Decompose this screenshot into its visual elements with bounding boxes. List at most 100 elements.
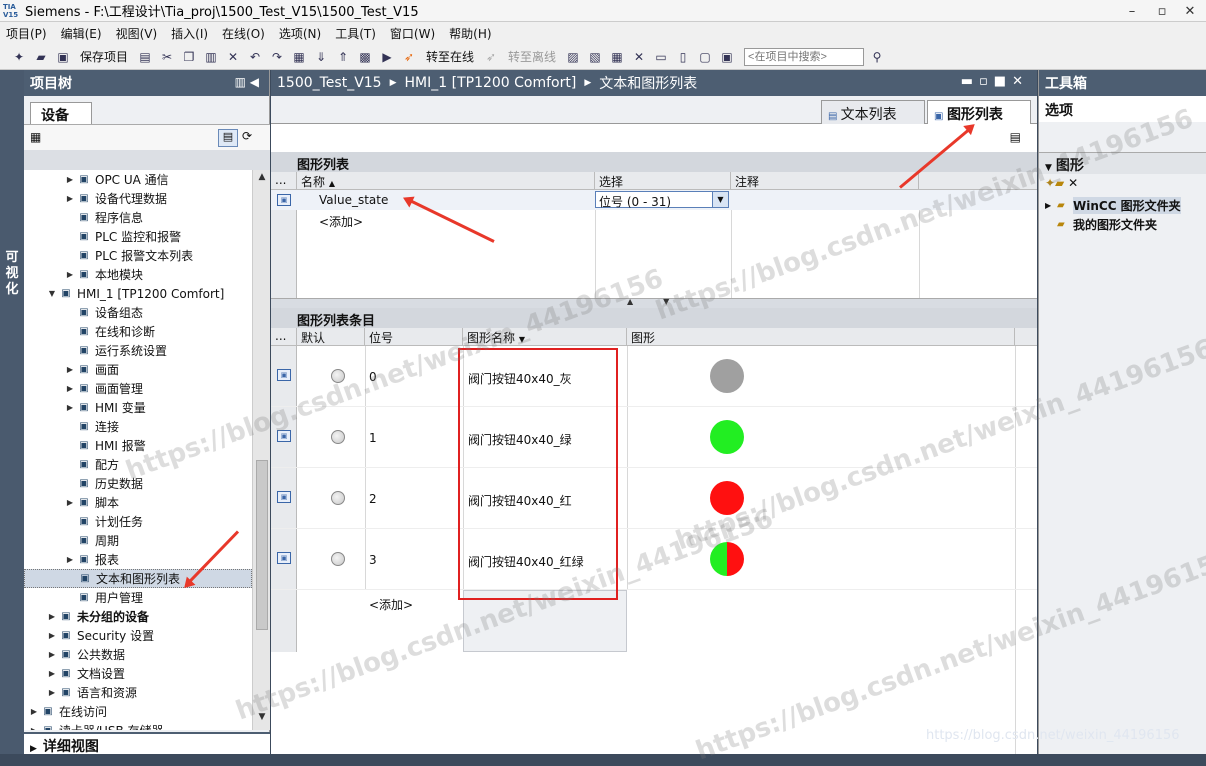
layout-icon[interactable]: ▢ <box>696 48 714 66</box>
tree-item[interactable]: ▣ 用户管理 <box>24 588 252 607</box>
tree-item[interactable]: ▣ PLC 报警文本列表 <box>24 246 252 265</box>
tree-item[interactable]: ▶ ▣ 画面 <box>24 360 252 379</box>
simulate-icon[interactable]: ▩ <box>356 48 374 66</box>
maximize-button[interactable]: ▫ <box>1148 0 1176 22</box>
col-comment[interactable]: 注释 <box>731 172 919 190</box>
export-icon[interactable]: ▤ <box>1010 130 1021 144</box>
tab-text-lists[interactable]: ▤ 文本列表 <box>821 100 925 124</box>
paste-icon[interactable]: ▥ <box>202 48 220 66</box>
tree-item[interactable]: ▶ ▣ 公共数据 <box>24 645 252 664</box>
fullscreen-icon[interactable]: ▣ <box>718 48 736 66</box>
collapse-panel-icon[interactable]: ▥ ◀ <box>235 75 259 89</box>
tree-item[interactable]: ▶ ▣ 本地模块 <box>24 265 252 284</box>
save-project-button[interactable]: 保存项目 <box>80 48 128 65</box>
tab-devices[interactable]: 设备 <box>30 102 92 124</box>
visualization-strip[interactable]: 可视化 <box>0 70 24 754</box>
table-row[interactable]: ▣ 3 阀门按钮40x40_红绿 <box>271 529 1037 590</box>
redo-icon[interactable]: ↷ <box>268 48 286 66</box>
graphic-preview[interactable] <box>703 352 751 400</box>
menu-help[interactable]: 帮助(H) <box>449 25 491 42</box>
tree-item[interactable]: ▣ 程序信息 <box>24 208 252 227</box>
cut-icon[interactable]: ✂ <box>158 48 176 66</box>
col-graphic[interactable]: 图形 <box>627 328 1015 346</box>
accessible-devices-icon[interactable]: ▨ <box>564 48 582 66</box>
tree-item[interactable]: ▶ ▣ 设备代理数据 <box>24 189 252 208</box>
breadcrumb-hmi[interactable]: HMI_1 [TP1200 Comfort] <box>405 75 577 91</box>
add-list-row[interactable]: <添加> <box>319 213 363 230</box>
tree-item[interactable]: ▣ 在线和诊断 <box>24 322 252 341</box>
tab-graphic-lists[interactable]: ▣ 图形列表 <box>927 100 1031 124</box>
tree-item[interactable]: ▣ 历史数据 <box>24 474 252 493</box>
chevron-right-icon[interactable]: ▶ <box>64 194 76 203</box>
tree-item[interactable]: ▶ ▣ 语言和资源 <box>24 683 252 702</box>
tree-item[interactable]: ▶ ▣ Security 设置 <box>24 626 252 645</box>
breadcrumb-lists[interactable]: 文本和图形列表 <box>599 73 697 93</box>
chevron-right-icon[interactable]: ▶ <box>64 384 76 393</box>
chevron-right-icon[interactable]: ▶ <box>46 612 58 621</box>
toolbox-item-my-graphics[interactable]: ▰ 我的图形文件夹 <box>1039 215 1206 234</box>
delete-folder-icon[interactable]: ✕ <box>1068 176 1078 190</box>
section-splitter[interactable]: ▲▼ <box>271 297 1037 308</box>
menu-options[interactable]: 选项(N) <box>279 25 321 42</box>
menu-window[interactable]: 窗口(W) <box>390 25 435 42</box>
tree-item[interactable]: ▶ ▣ 未分组的设备 <box>24 607 252 626</box>
minimize-button[interactable]: – <box>1118 0 1146 22</box>
tree-item[interactable]: ▣ 连接 <box>24 417 252 436</box>
open-project-icon[interactable]: ▰ <box>32 48 50 66</box>
breadcrumb-project[interactable]: 1500_Test_V15 <box>277 75 382 91</box>
menu-view[interactable]: 视图(V) <box>116 25 158 42</box>
overview-icon[interactable]: ▤ <box>218 129 238 147</box>
graphic-preview[interactable] <box>703 535 751 583</box>
tree-item[interactable]: ▼ ▣ HMI_1 [TP1200 Comfort] <box>24 284 252 303</box>
close-icon[interactable]: ✕ <box>1176 0 1204 22</box>
tree-item[interactable]: ▶ ▣ 脚本 <box>24 493 252 512</box>
tree-item[interactable]: ▣ PLC 监控和报警 <box>24 227 252 246</box>
chevron-right-icon[interactable]: ▶ <box>46 669 58 678</box>
new-folder-icon[interactable]: ✦▰ <box>1045 176 1064 190</box>
scroll-down-icon[interactable]: ▼ <box>254 712 270 728</box>
tree-item[interactable]: ▣ 文本和图形列表 <box>24 569 252 588</box>
upload-icon[interactable]: ⇑ <box>334 48 352 66</box>
bit-number[interactable]: 3 <box>369 553 377 567</box>
menu-project[interactable]: 项目(P) <box>6 25 47 42</box>
monitor-icon[interactable]: ▧ <box>586 48 604 66</box>
tree-item[interactable]: ▣ 运行系统设置 <box>24 341 252 360</box>
cross-ref-icon[interactable]: ▦ <box>608 48 626 66</box>
default-radio[interactable] <box>331 491 345 505</box>
col-bit[interactable]: 位号 <box>365 328 463 346</box>
project-tree-scrollbar[interactable]: ▲ ▼ <box>252 170 270 730</box>
col-more[interactable]: ... <box>271 172 297 190</box>
tree-item[interactable]: ▣ HMI 报警 <box>24 436 252 455</box>
chevron-right-icon[interactable]: ▶ <box>46 631 58 640</box>
graphic-preview[interactable] <box>703 474 751 522</box>
menu-online[interactable]: 在线(O) <box>222 25 265 42</box>
default-radio[interactable] <box>331 552 345 566</box>
tree-item[interactable]: ▶ ▣ 文档设置 <box>24 664 252 683</box>
go-online-button[interactable]: 转至在线 <box>426 48 474 65</box>
chevron-right-icon[interactable]: ▶ <box>64 175 76 184</box>
tree-item[interactable]: ▣ 设备组态 <box>24 303 252 322</box>
bit-number[interactable]: 2 <box>369 492 377 506</box>
editor-window-controls[interactable]: ▬▫■✕ <box>961 74 1029 89</box>
split-vertical-icon[interactable]: ▯ <box>674 48 692 66</box>
chevron-right-icon[interactable]: ▶ <box>64 270 76 279</box>
tree-item[interactable]: ▶ ▣ 画面管理 <box>24 379 252 398</box>
col-graphic-name[interactable]: 图形名称 ▼ <box>463 328 627 346</box>
chevron-down-icon[interactable]: ▼ <box>46 289 58 298</box>
col-selection[interactable]: 选择 <box>595 172 731 190</box>
start-sim-icon[interactable]: ▶ <box>378 48 396 66</box>
chevron-right-icon[interactable]: ▶ <box>28 707 40 716</box>
menu-edit[interactable]: 编辑(E) <box>61 25 102 42</box>
save-icon[interactable]: ▣ <box>54 48 72 66</box>
menu-tools[interactable]: 工具(T) <box>335 25 376 42</box>
compile-icon[interactable]: ▦ <box>290 48 308 66</box>
chevron-down-icon[interactable]: ▼ <box>712 192 728 207</box>
chevron-right-icon[interactable]: ▶ <box>64 498 76 507</box>
bit-number[interactable]: 0 <box>369 370 377 384</box>
graphics-section-header[interactable]: ▼ 图形 <box>1039 152 1206 174</box>
graphic-preview[interactable] <box>703 413 751 461</box>
chevron-right-icon[interactable]: ▶ <box>46 650 58 659</box>
refresh-icon[interactable]: ⟳ <box>242 129 252 143</box>
print-icon[interactable]: ▤ <box>136 48 154 66</box>
tree-item[interactable]: ▶ ▣ 在线访问 <box>24 702 252 721</box>
